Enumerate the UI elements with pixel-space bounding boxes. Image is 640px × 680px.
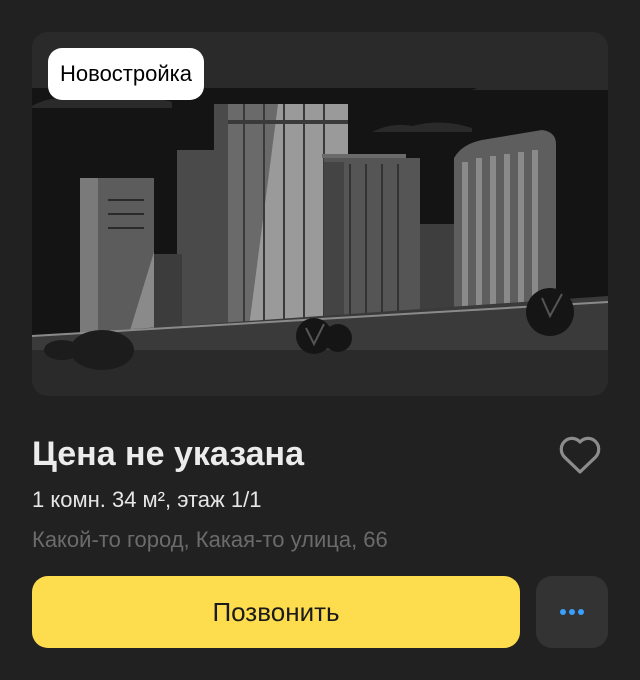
listing-details: 1 комн. 34 м², этаж 1/1 — [32, 487, 262, 512]
heart-icon — [559, 436, 601, 474]
favorite-button[interactable] — [552, 427, 608, 483]
more-options-button[interactable] — [536, 576, 608, 648]
new-building-badge: Новостройка — [48, 48, 204, 100]
more-dots-icon — [560, 609, 584, 615]
call-button[interactable]: Позвонить — [32, 576, 520, 648]
listing-price: Цена не указана — [32, 435, 304, 473]
listing-card[interactable]: Новостройка Цена не указана 1 комн. 34 м… — [0, 0, 640, 680]
listing-address: Какой-то город, Какая-то улица, 66 — [32, 527, 388, 552]
